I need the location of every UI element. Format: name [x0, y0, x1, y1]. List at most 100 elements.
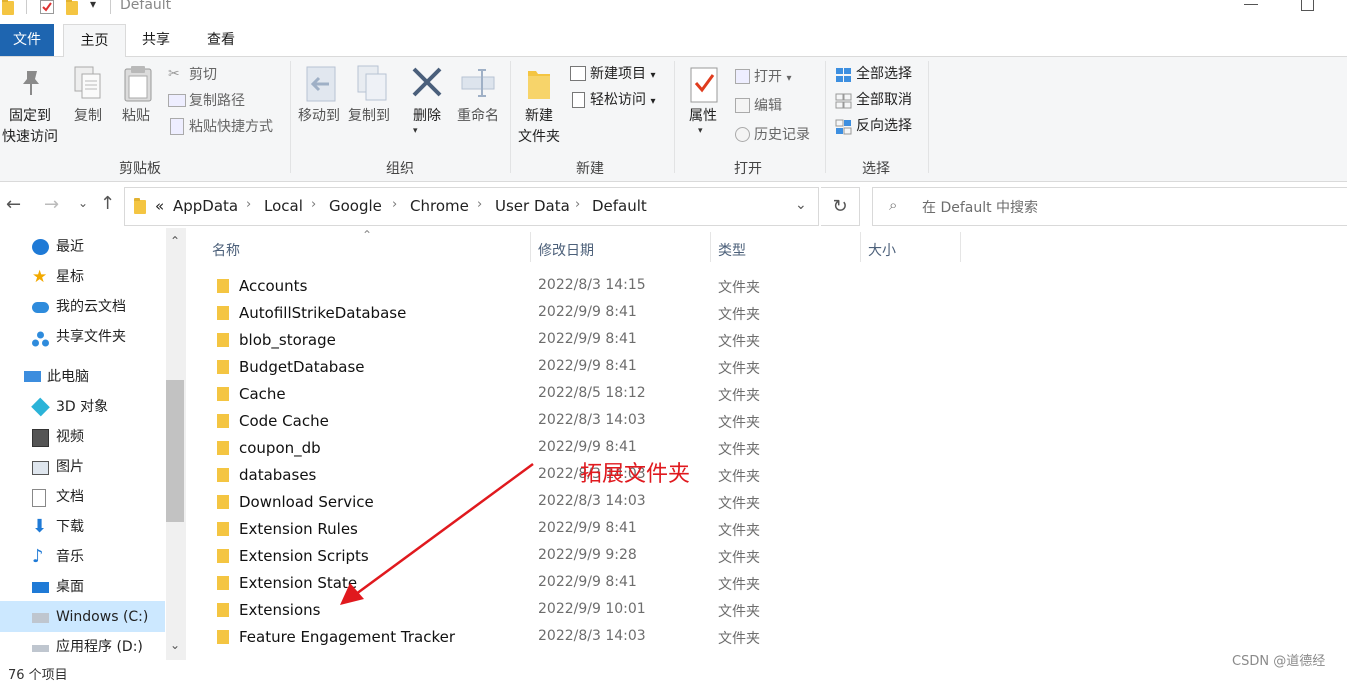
open-dropdown-icon: ▾: [786, 73, 792, 84]
properties-quick-icon[interactable]: [40, 0, 54, 14]
move-to-icon: [305, 65, 337, 107]
delete-button[interactable]: 删除: [407, 106, 447, 127]
column-divider[interactable]: [960, 232, 961, 262]
select-none-button[interactable]: 全部取消: [856, 90, 912, 110]
forward-button[interactable]: →: [44, 194, 59, 215]
table-row[interactable]: blob_storage 2022/9/9 8:41 文件夹: [212, 327, 812, 354]
copy-path-button[interactable]: 复制路径: [189, 91, 245, 111]
chevron-right-icon[interactable]: ›: [392, 197, 397, 212]
nav-item-desktop[interactable]: 桌面: [32, 573, 84, 601]
breadcrumb-chrome[interactable]: Chrome: [410, 197, 469, 215]
column-header-date[interactable]: 修改日期: [538, 240, 594, 260]
new-item-button[interactable]: 新建项目 ▾: [590, 64, 655, 86]
maximize-button[interactable]: [1301, 0, 1314, 11]
nav-item-pictures[interactable]: 图片: [32, 453, 84, 481]
column-header-type[interactable]: 类型: [718, 240, 746, 260]
table-row[interactable]: Cache 2022/8/5 18:12 文件夹: [212, 381, 812, 408]
file-date: 2022/8/3 14:03: [538, 628, 646, 644]
refresh-button[interactable]: ↻: [821, 187, 860, 226]
properties-button[interactable]: 属性: [683, 106, 723, 127]
file-type: 文件夹: [718, 631, 760, 647]
file-date: 2022/9/9 8:41: [538, 574, 637, 590]
history-button[interactable]: 历史记录: [754, 125, 810, 145]
scroll-down-arrow[interactable]: ⌄: [170, 638, 180, 652]
tab-view[interactable]: 查看: [193, 24, 249, 56]
nav-item-documents[interactable]: 文档: [32, 483, 84, 511]
open-button[interactable]: 打开 ▾: [754, 67, 791, 89]
rename-button[interactable]: 重命名: [454, 106, 502, 127]
cut-button[interactable]: 剪切: [189, 65, 217, 85]
address-history-dropdown-icon[interactable]: ⌄: [795, 197, 807, 213]
nav-item-label: 图片: [56, 459, 84, 475]
nav-item-3d-objects[interactable]: 3D 对象: [31, 393, 108, 421]
invert-selection-button[interactable]: 反向选择: [856, 116, 912, 136]
chevron-right-icon[interactable]: ›: [477, 197, 482, 212]
move-to-button[interactable]: 移动到: [296, 106, 342, 127]
file-name: Accounts: [239, 277, 308, 295]
column-divider[interactable]: [710, 232, 711, 262]
back-button[interactable]: ←: [6, 194, 21, 215]
address-bar[interactable]: « AppData › Local › Google › Chrome › Us…: [124, 187, 819, 226]
new-item-dropdown-icon: ▾: [650, 70, 656, 81]
table-row[interactable]: BudgetDatabase 2022/9/9 8:41 文件夹: [212, 354, 812, 381]
nav-item-shared-folder[interactable]: 共享文件夹: [32, 323, 126, 351]
copy-to-button[interactable]: 复制到: [346, 106, 392, 127]
nav-item-music[interactable]: ♪ 音乐: [32, 543, 84, 571]
breadcrumb-appdata[interactable]: AppData: [173, 197, 238, 215]
paste-shortcut-button[interactable]: 粘贴快捷方式: [189, 117, 273, 137]
nav-item-recent[interactable]: 最近: [32, 233, 84, 261]
easy-access-button[interactable]: 轻松访问 ▾: [590, 90, 655, 112]
paste-button[interactable]: 粘贴: [118, 106, 154, 127]
nav-item-this-pc[interactable]: 此电脑: [24, 363, 89, 391]
nav-item-drive-c[interactable]: Windows (C:): [32, 603, 148, 631]
nav-item-drive-d[interactable]: 应用程序 (D:): [32, 633, 143, 661]
quick-access-dropdown-icon[interactable]: ▾: [90, 0, 96, 11]
breadcrumb-user-data[interactable]: User Data: [495, 197, 570, 215]
nav-scrollbar-thumb[interactable]: [166, 380, 184, 522]
chevron-right-icon[interactable]: ›: [246, 197, 251, 212]
table-row[interactable]: Accounts 2022/8/3 14:15 文件夹: [212, 273, 812, 300]
nav-item-starred[interactable]: ★ 星标: [32, 263, 84, 291]
minimize-button[interactable]: [1244, 4, 1258, 5]
nav-item-downloads[interactable]: ⬇ 下载: [32, 513, 84, 541]
nav-item-videos[interactable]: 视频: [32, 423, 84, 451]
scroll-up-arrow[interactable]: ⌃: [170, 234, 180, 248]
tab-home[interactable]: 主页: [63, 24, 126, 57]
open-icon: [735, 69, 750, 84]
new-item-icon: [570, 66, 586, 81]
edit-button[interactable]: 编辑: [754, 96, 782, 116]
table-row[interactable]: Feature Engagement Tracker 2022/8/3 14:03…: [212, 624, 812, 651]
folder-icon: [217, 576, 229, 590]
pin-to-quick-access-button[interactable]: 固定到 快速访问: [0, 106, 60, 148]
breadcrumb-google[interactable]: Google: [329, 197, 382, 215]
up-button[interactable]: ↑: [100, 193, 115, 214]
nav-item-cloud-docs[interactable]: 我的云文档: [32, 293, 126, 321]
tab-share[interactable]: 共享: [128, 24, 184, 56]
properties-dropdown-icon[interactable]: ▾: [698, 126, 703, 136]
cloud-icon: [32, 302, 49, 313]
nav-item-label: 下载: [56, 519, 84, 535]
table-row[interactable]: Code Cache 2022/8/3 14:03 文件夹: [212, 408, 812, 435]
new-folder-button[interactable]: 新建 文件夹: [515, 106, 563, 148]
recent-locations-button[interactable]: ⌄: [78, 196, 88, 210]
column-header-name[interactable]: 名称: [212, 240, 240, 260]
tab-file[interactable]: 文件: [0, 24, 54, 56]
select-all-button[interactable]: 全部选择: [856, 64, 912, 84]
folder-icon: [217, 279, 229, 293]
cube-icon: [31, 397, 50, 417]
column-divider[interactable]: [530, 232, 531, 262]
breadcrumb-overflow[interactable]: «: [155, 197, 164, 215]
chevron-right-icon[interactable]: ›: [575, 197, 580, 212]
column-header-size[interactable]: 大小: [868, 240, 896, 260]
column-divider[interactable]: [860, 232, 861, 262]
breadcrumb-default[interactable]: Default: [592, 197, 647, 215]
search-input[interactable]: 在 Default 中搜索: [922, 197, 1038, 217]
new-folder-quick-icon[interactable]: [66, 0, 78, 15]
chevron-right-icon[interactable]: ›: [311, 197, 316, 212]
delete-dropdown-icon[interactable]: ▾: [413, 126, 418, 136]
file-type: 文件夹: [718, 604, 760, 620]
table-row[interactable]: AutofillStrikeDatabase 2022/9/9 8:41 文件夹: [212, 300, 812, 327]
search-box[interactable]: ⌕ 在 Default 中搜索: [872, 187, 1347, 226]
breadcrumb-local[interactable]: Local: [264, 197, 303, 215]
copy-button[interactable]: 复制: [70, 106, 106, 127]
